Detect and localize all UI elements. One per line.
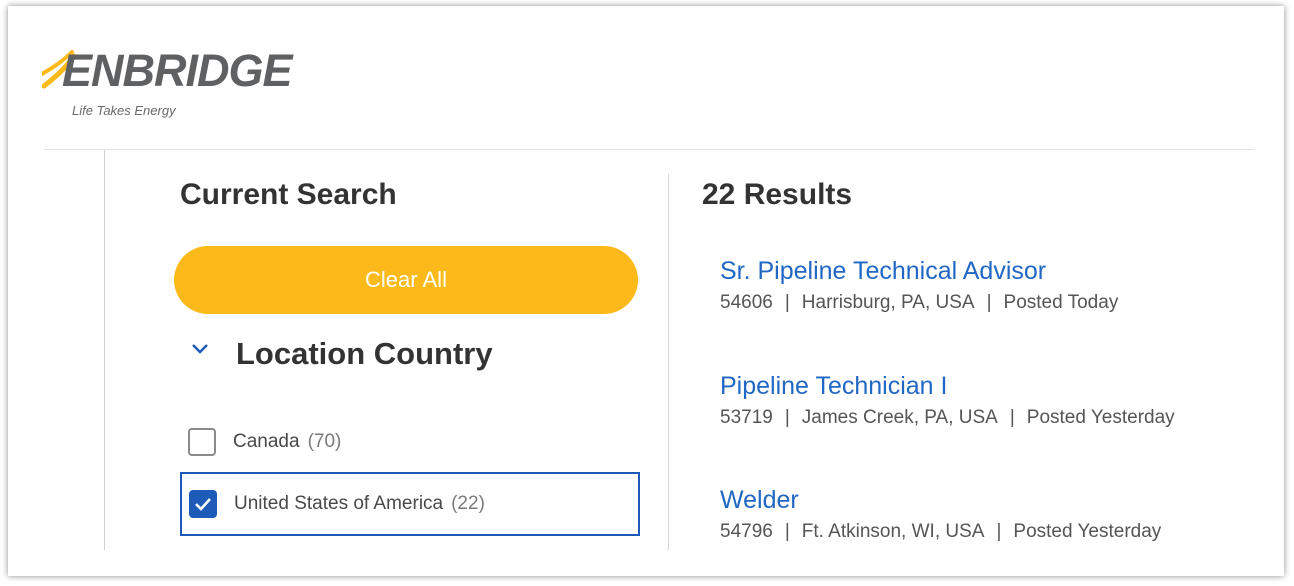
enbridge-wordmark: ENBRIDGE (62, 45, 293, 96)
job-location: Ft. Atkinson, WI, USA (801, 521, 985, 542)
usa-checkbox[interactable] (189, 490, 217, 518)
job-title-link[interactable]: Welder (720, 485, 1161, 515)
job-title-link[interactable]: Pipeline Technician I (720, 371, 1175, 401)
job-meta: 54796 | Ft. Atkinson, WI, USA | Posted Yeste… (720, 521, 1161, 543)
left-rail-divider (104, 150, 105, 550)
checkmark-icon (195, 498, 211, 511)
job-result: Pipeline Technician I 53719 | James Creek,… (720, 371, 1175, 429)
meta-separator: | (784, 407, 790, 428)
facet-option-count: (70) (307, 431, 342, 452)
chevron-down-icon (192, 344, 208, 354)
job-posted: Posted Today (1003, 292, 1119, 313)
meta-separator: | (1009, 407, 1015, 428)
page-frame: ENBRIDGE Life Takes Energy Current Searc… (8, 6, 1284, 576)
canada-checkbox[interactable] (188, 428, 216, 456)
current-search-heading: Current Search (180, 178, 397, 211)
meta-separator: | (784, 292, 790, 313)
panel-divider (668, 174, 669, 550)
meta-separator: | (986, 292, 992, 313)
job-id: 54606 (720, 292, 773, 313)
job-meta: 53719 | James Creek, PA, USA | Posted Yester… (720, 407, 1175, 429)
job-id: 53719 (720, 407, 773, 428)
job-posted: Posted Yesterday (1013, 521, 1162, 542)
facet-option-label: United States of America (234, 493, 444, 514)
header-divider (44, 149, 1254, 150)
facet-option-usa[interactable]: United States of America (22) (180, 472, 640, 536)
facet-option-count: (22) (451, 493, 485, 514)
job-location: James Creek, PA, USA (801, 407, 998, 428)
brand-tagline: Life Takes Energy (72, 103, 176, 118)
job-posted: Posted Yesterday (1026, 407, 1175, 428)
job-title-link[interactable]: Sr. Pipeline Technical Advisor (720, 256, 1118, 286)
job-id: 54796 (720, 521, 773, 542)
clear-all-button[interactable]: Clear All (174, 246, 638, 314)
results-count: 22 Results (702, 178, 853, 211)
job-result: Welder 54796 | Ft. Atkinson, WI, USA | Poste… (720, 485, 1161, 543)
facet-option-label: Canada (233, 431, 300, 452)
job-result: Sr. Pipeline Technical Advisor 54606 | Har… (720, 256, 1118, 314)
location-country-title: Location Country (236, 336, 493, 371)
meta-separator: | (784, 521, 790, 542)
job-location: Harrisburg, PA, USA (801, 292, 975, 313)
facet-option-canada[interactable]: Canada (70) (188, 426, 341, 458)
enbridge-logo[interactable]: ENBRIDGE Life Takes Energy (42, 48, 362, 128)
meta-separator: | (996, 521, 1002, 542)
job-meta: 54606 | Harrisburg, PA, USA | Posted Today (720, 292, 1118, 314)
